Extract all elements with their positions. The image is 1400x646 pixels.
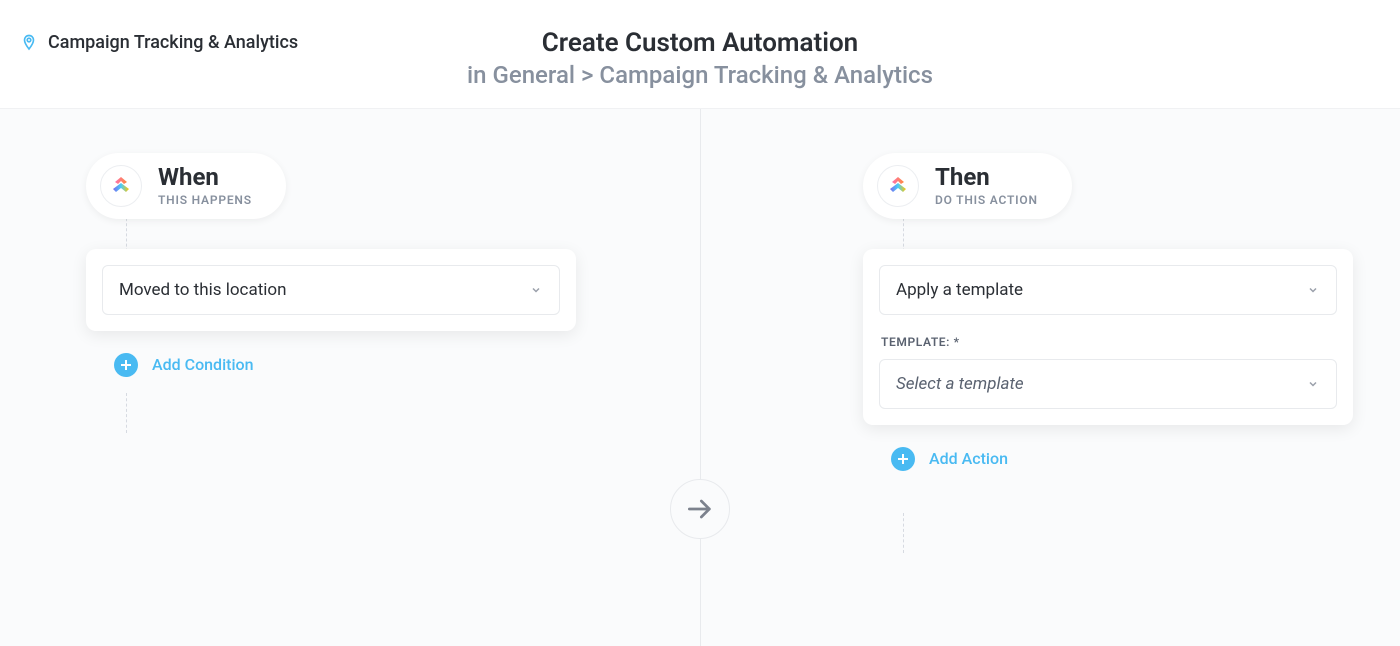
action-selected-value: Apply a template bbox=[896, 280, 1023, 300]
add-action-label: Add Action bbox=[929, 449, 1008, 468]
template-field-label: TEMPLATE: * bbox=[881, 335, 1337, 349]
vertical-divider bbox=[700, 109, 701, 646]
chevron-down-icon bbox=[1306, 377, 1320, 391]
template-placeholder: Select a template bbox=[896, 374, 1024, 394]
then-subheading: DO THIS ACTION bbox=[935, 193, 1038, 207]
page-header: Campaign Tracking & Analytics Create Cus… bbox=[0, 0, 1400, 109]
trigger-selected-value: Moved to this location bbox=[119, 280, 286, 300]
plus-circle-icon bbox=[891, 447, 915, 471]
flow-arrow-badge bbox=[670, 479, 730, 539]
chevron-down-icon bbox=[529, 283, 543, 297]
chevron-down-icon bbox=[1306, 283, 1320, 297]
when-column: When THIS HAPPENS Moved to this location… bbox=[86, 153, 576, 381]
action-selector[interactable]: Apply a template bbox=[879, 265, 1337, 315]
add-condition-button[interactable]: Add Condition bbox=[114, 353, 254, 377]
when-heading: When bbox=[158, 165, 252, 189]
page-subtitle: in General > Campaign Tracking & Analyti… bbox=[20, 61, 1380, 90]
connector-line bbox=[903, 513, 904, 553]
then-header-pill: Then DO THIS ACTION bbox=[863, 153, 1072, 219]
trigger-selector[interactable]: Moved to this location bbox=[102, 265, 560, 315]
breadcrumb[interactable]: Campaign Tracking & Analytics bbox=[20, 32, 298, 53]
add-action-button[interactable]: Add Action bbox=[891, 447, 1008, 471]
clickup-logo-icon bbox=[100, 165, 142, 207]
connector-line bbox=[126, 393, 127, 433]
then-column: Then DO THIS ACTION Apply a template TEM… bbox=[863, 153, 1353, 475]
when-subheading: THIS HAPPENS bbox=[158, 193, 252, 207]
template-selector[interactable]: Select a template bbox=[879, 359, 1337, 409]
action-card: Apply a template TEMPLATE: * Select a te… bbox=[863, 249, 1353, 425]
trigger-card: Moved to this location bbox=[86, 249, 576, 331]
clickup-logo-icon bbox=[877, 165, 919, 207]
add-condition-label: Add Condition bbox=[152, 355, 254, 374]
when-header-pill: When THIS HAPPENS bbox=[86, 153, 286, 219]
breadcrumb-label: Campaign Tracking & Analytics bbox=[48, 32, 298, 53]
automation-canvas: When THIS HAPPENS Moved to this location… bbox=[0, 109, 1400, 646]
arrow-right-icon bbox=[684, 493, 716, 525]
location-pin-icon bbox=[20, 34, 38, 52]
then-heading: Then bbox=[935, 165, 1038, 189]
plus-circle-icon bbox=[114, 353, 138, 377]
